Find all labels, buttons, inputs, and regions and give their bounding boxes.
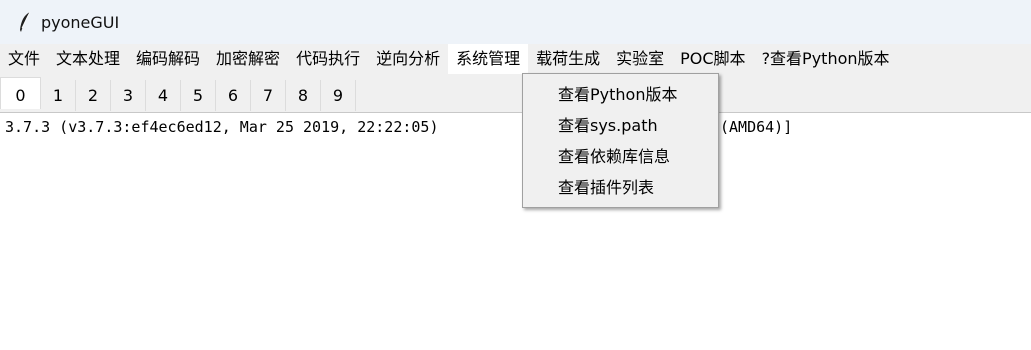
tab-9[interactable]: 9: [321, 80, 356, 111]
menu-item-view-dependencies[interactable]: 查看依赖库信息: [558, 142, 670, 172]
title-bar: pyoneGUI: [0, 0, 1031, 44]
tab-strip: 0 1 2 3 4 5 6 7 8 9: [0, 77, 356, 112]
menu-lab[interactable]: 实验室: [608, 44, 672, 74]
menu-code-execution[interactable]: 代码执行: [288, 44, 368, 74]
menu-poc-scripts[interactable]: POC脚本: [672, 44, 753, 74]
tab-bar: 0 1 2 3 4 5 6 7 8 9: [0, 74, 1031, 112]
window-title: pyoneGUI: [41, 12, 120, 32]
python-version-output-tail: (AMD64)]: [720, 118, 793, 136]
output-text-area[interactable]: 3.7.3 (v3.7.3:ef4ec6ed12, Mar 25 2019, 2…: [0, 112, 1031, 350]
menu-python-version[interactable]: ?查看Python版本: [754, 44, 898, 74]
menu-reverse-analysis[interactable]: 逆向分析: [368, 44, 448, 74]
feather-icon: [16, 11, 34, 33]
tab-6[interactable]: 6: [216, 80, 251, 111]
tab-5[interactable]: 5: [181, 80, 216, 111]
menu-text-processing[interactable]: 文本处理: [48, 44, 128, 74]
menu-bar: 文件 文本处理 编码解码 加密解密 代码执行 逆向分析 系统管理 载荷生成 实验…: [0, 44, 1031, 74]
menu-encrypt-decrypt[interactable]: 加密解密: [208, 44, 288, 74]
tab-4[interactable]: 4: [146, 80, 181, 111]
menu-system-management[interactable]: 系统管理: [448, 44, 529, 74]
tab-7[interactable]: 7: [251, 80, 286, 111]
tab-0[interactable]: 0: [0, 77, 41, 109]
menu-payload-generation[interactable]: 载荷生成: [528, 44, 608, 74]
menu-item-view-plugins[interactable]: 查看插件列表: [558, 173, 654, 203]
menu-item-view-sys-path[interactable]: 查看sys.path: [558, 111, 658, 141]
menu-item-view-python-version[interactable]: 查看Python版本: [558, 80, 677, 110]
system-management-dropdown: 查看Python版本 查看sys.path 查看依赖库信息 查看插件列表: [522, 73, 719, 208]
tab-2[interactable]: 2: [76, 80, 111, 111]
tab-3[interactable]: 3: [111, 80, 146, 111]
menu-file[interactable]: 文件: [0, 44, 48, 74]
menu-encode-decode[interactable]: 编码解码: [128, 44, 208, 74]
python-version-output: 3.7.3 (v3.7.3:ef4ec6ed12, Mar 25 2019, 2…: [5, 118, 439, 136]
tab-8[interactable]: 8: [286, 80, 321, 111]
tab-1[interactable]: 1: [41, 80, 76, 111]
